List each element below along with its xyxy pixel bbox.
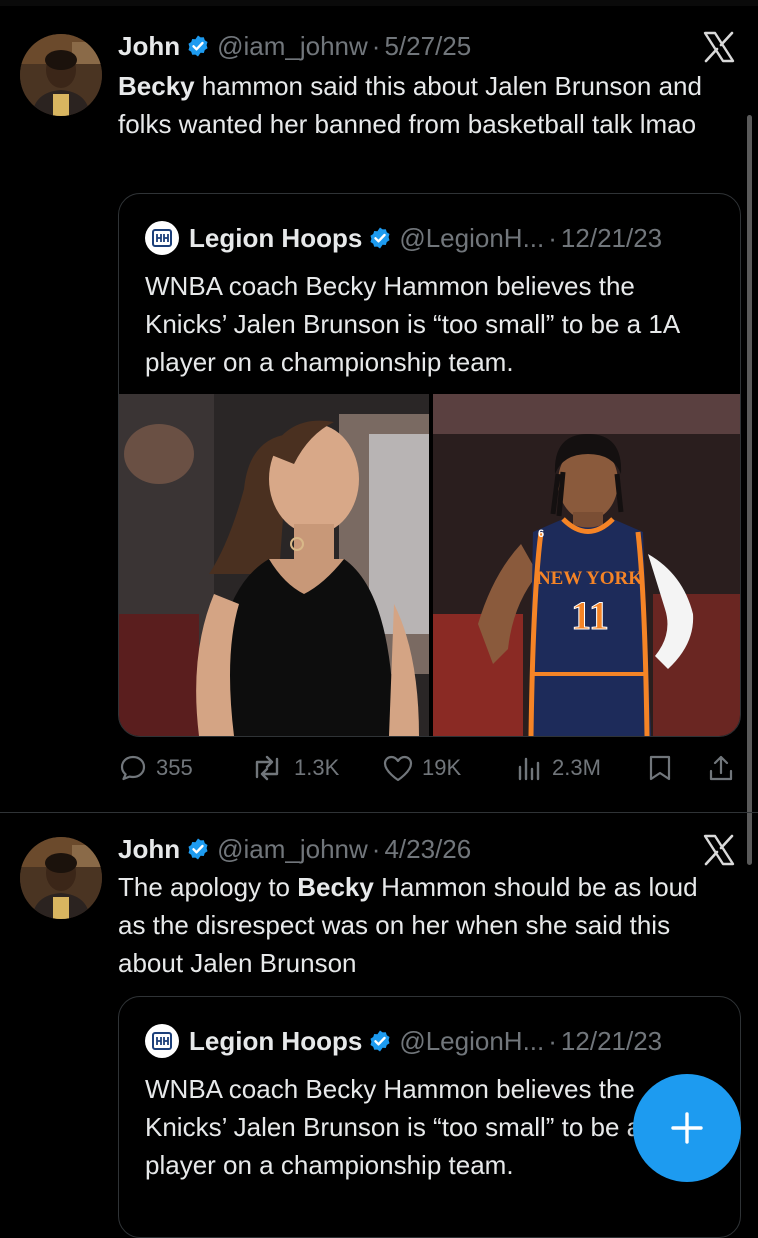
tweet-date[interactable]: 4/23/26 [384, 834, 471, 865]
views-icon [518, 757, 540, 781]
tweet-1[interactable]: John @iam_johnw · 5/27/25 Becky hammon s… [0, 0, 758, 812]
photo-becky-hammon[interactable] [119, 394, 429, 736]
reply-count: 355 [156, 755, 193, 780]
separator: · [371, 30, 381, 61]
tweet-text: Becky hammon said this about Jalen Bruns… [118, 67, 728, 143]
separator: · [548, 222, 557, 253]
highlight-text: Becky [297, 872, 374, 902]
jersey-team-text: NEW YORK [537, 568, 643, 589]
repost-button[interactable]: 1.3K [248, 748, 339, 788]
jersey-number: 11 [571, 593, 609, 638]
quote-handle[interactable]: @LegionH... [399, 1026, 544, 1057]
quoted-tweet[interactable]: Legion Hoops @LegionH... · 12/21/23 WNBA… [118, 193, 741, 737]
avatar[interactable] [20, 34, 102, 116]
quote-text: WNBA coach Becky Hammon believes the Kni… [145, 271, 679, 377]
view-count: 2.3M [552, 755, 601, 780]
media-grid: 6 NEW YORK 11 [119, 394, 740, 736]
author-handle[interactable]: @iam_johnw [217, 834, 368, 865]
quote-text: WNBA coach Becky Hammon believes the Kni… [145, 1074, 679, 1180]
compose-button[interactable] [633, 1074, 741, 1182]
jersey-patch-number: 6 [538, 528, 544, 540]
highlight-text: Becky [118, 71, 195, 101]
photo-jalen-brunson[interactable]: 6 NEW YORK 11 [433, 394, 740, 736]
quote-date[interactable]: 12/21/23 [561, 1026, 662, 1057]
bookmark-button[interactable] [646, 748, 682, 788]
views-button[interactable]: 2.3M [514, 748, 601, 788]
quote-date[interactable]: 12/21/23 [561, 223, 662, 254]
quote-handle[interactable]: @LegionH... [399, 223, 544, 254]
author-name[interactable]: John [118, 834, 180, 865]
quote-header: Legion Hoops @LegionH... · 12/21/23 [145, 1021, 662, 1061]
repost-count: 1.3K [294, 755, 340, 780]
legion-hoops-logo-icon[interactable] [145, 1024, 179, 1058]
tweet-date[interactable]: 5/27/25 [384, 31, 471, 62]
scrollbar[interactable] [747, 115, 752, 865]
share-icon [709, 755, 733, 781]
like-button[interactable]: 19K [382, 748, 461, 788]
reply-icon [120, 755, 146, 781]
share-button[interactable] [706, 748, 744, 788]
tweet-text-rest: hammon said this about Jalen Brunson and… [118, 71, 702, 139]
plus-icon [671, 1112, 703, 1144]
verified-badge-icon [186, 34, 210, 58]
quote-author[interactable]: Legion Hoops [189, 1026, 362, 1057]
bookmark-icon [649, 755, 671, 781]
action-bar: 355 1.3K 19K 2.3M [118, 748, 738, 788]
x-logo-icon[interactable] [702, 30, 736, 64]
like-count: 19K [422, 755, 462, 780]
tweet-text-pre: The apology to [118, 872, 298, 902]
tweet-text: The apology to Becky Hammon should be as… [118, 868, 728, 982]
author-handle[interactable]: @iam_johnw [217, 31, 368, 62]
legion-hoops-logo-icon[interactable] [145, 221, 179, 255]
author-name[interactable]: John [118, 31, 180, 62]
avatar[interactable] [20, 837, 102, 919]
separator: · [548, 1025, 557, 1056]
quote-author[interactable]: Legion Hoops [189, 223, 362, 254]
tweet-header: John @iam_johnw · 5/27/25 [118, 28, 471, 64]
verified-badge-icon [186, 837, 210, 861]
tweet-header: John @iam_johnw · 4/23/26 [118, 831, 471, 867]
verified-badge-icon [368, 226, 392, 250]
quote-header: Legion Hoops @LegionH... · 12/21/23 [145, 218, 662, 258]
heart-icon [383, 755, 413, 782]
separator: · [371, 833, 381, 864]
x-logo-icon[interactable] [702, 833, 736, 867]
reply-button[interactable]: 355 [118, 748, 193, 788]
verified-badge-icon [368, 1029, 392, 1053]
repost-icon [255, 755, 279, 781]
